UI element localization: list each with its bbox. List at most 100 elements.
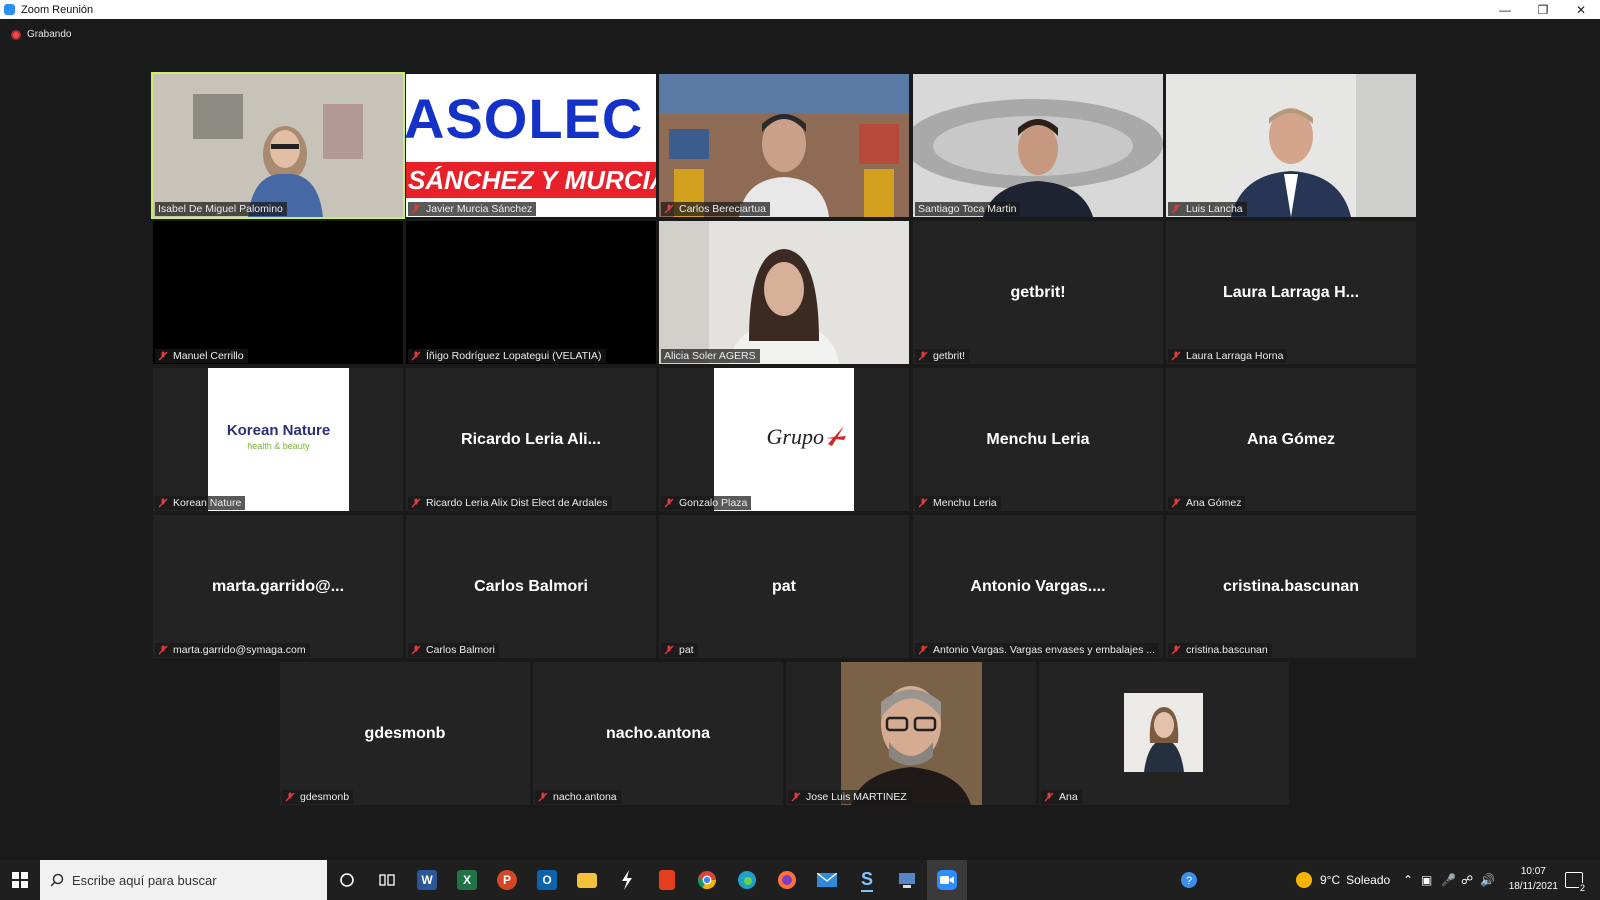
participant-tile[interactable]: Manuel Cerrillo — [153, 221, 403, 364]
participant-name-label: Ricardo Leria Alix Dist Elect de Ardales — [408, 496, 612, 510]
participant-tile[interactable]: Grupo Gonzalo Plaza — [659, 368, 909, 511]
mail-icon[interactable] — [807, 860, 847, 900]
participant-tile[interactable]: Carlos Balmori Carlos Balmori — [406, 515, 656, 658]
participant-tile[interactable]: Ana — [1039, 662, 1289, 805]
office-icon[interactable] — [647, 860, 687, 900]
participant-display-name: Menchu Leria — [986, 430, 1090, 448]
participant-tile[interactable]: getbrit! getbrit! — [913, 221, 1163, 364]
participant-display-name: getbrit! — [1010, 283, 1066, 301]
powerpoint-icon[interactable]: P — [487, 860, 527, 900]
mic-muted-icon — [158, 351, 168, 361]
s-app-icon[interactable]: S — [847, 860, 887, 900]
participant-tile[interactable]: nacho.antona nacho.antona — [533, 662, 783, 805]
participant-name-label: Íñigo Rodríguez Lopategui (VELATIA) — [408, 349, 606, 363]
participant-display-name: Ricardo Leria Ali... — [461, 430, 601, 448]
participant-tile[interactable]: Isabel De Miguel Palomino — [151, 72, 405, 219]
participant-name-label: Gonzalo Plaza — [661, 496, 752, 510]
participant-tile[interactable]: Menchu Leria Menchu Leria — [913, 368, 1163, 511]
participant-tile[interactable]: marta.garrido@... marta.garrido@symaga.c… — [153, 515, 403, 658]
meet-now-icon[interactable]: ▣ — [1421, 860, 1432, 900]
participant-tile[interactable]: Jose Luis MARTINEZ — [786, 662, 1036, 805]
word-icon[interactable]: W — [407, 860, 447, 900]
participant-name: Manuel Cerrillo — [173, 350, 244, 362]
participant-tile[interactable]: Santiago Toca Martin — [913, 74, 1163, 217]
participant-name: Javier Murcia Sánchez — [426, 203, 533, 215]
sun-icon — [1296, 872, 1312, 888]
mic-muted-icon — [918, 645, 928, 655]
lightning-app-icon[interactable] — [607, 860, 647, 900]
participant-name-label: Carlos Balmori — [408, 643, 499, 657]
participant-display-name: Laura Larraga H... — [1222, 283, 1360, 301]
logo-mark-icon — [826, 426, 846, 446]
participant-name-label: marta.garrido@symaga.com — [155, 643, 310, 657]
network-app-icon[interactable] — [887, 860, 927, 900]
participant-tile[interactable]: gdesmonb gdesmonb — [280, 662, 530, 805]
participant-tile[interactable]: Korean Nature health & beauty Korean Nat… — [153, 368, 403, 511]
participant-tile[interactable]: Alicia Soler AGERS — [659, 221, 909, 364]
firefox-icon[interactable] — [767, 860, 807, 900]
taskbar-clock[interactable]: 10:07 18/11/2021 — [1509, 864, 1558, 894]
participant-tile[interactable]: Ana Gómez Ana Gómez — [1166, 368, 1416, 511]
network-icon[interactable]: ☍ — [1461, 860, 1473, 900]
participant-tile[interactable]: pat pat — [659, 515, 909, 658]
volume-icon[interactable]: 🔊 — [1480, 860, 1495, 900]
participant-tile[interactable]: Carlos Bereciartua — [659, 74, 909, 217]
participant-video — [659, 221, 909, 364]
participant-name-label: Carlos Bereciartua — [661, 202, 770, 216]
notification-count: 2 — [1578, 883, 1586, 893]
participant-tile[interactable]: Íñigo Rodríguez Lopategui (VELATIA) — [406, 221, 656, 364]
mic-muted-icon — [918, 498, 928, 508]
participant-tile[interactable]: cristina.bascunan cristina.bascunan — [1166, 515, 1416, 658]
profile-photo — [841, 662, 982, 805]
participant-video — [1166, 74, 1416, 217]
edge-icon[interactable] — [727, 860, 767, 900]
participant-name-label: Antonio Vargas. Vargas envases y embalaj… — [915, 643, 1159, 657]
windows-taskbar: Escribe aquí para buscar W X P O S ? 9°C… — [0, 860, 1600, 900]
help-icon[interactable]: ? — [1180, 860, 1198, 900]
excel-icon[interactable]: X — [447, 860, 487, 900]
participant-tile[interactable]: Ricardo Leria Ali... Ricardo Leria Alix … — [406, 368, 656, 511]
mic-muted-icon — [1171, 351, 1181, 361]
mic-muted-icon — [158, 498, 168, 508]
microphone-icon[interactable]: 🎤 — [1441, 860, 1456, 900]
banner-bottom-text: SÁNCHEZ Y MURCIA — [406, 162, 656, 198]
show-hidden-icons[interactable]: ⌃ — [1403, 860, 1413, 900]
participant-name: Ana Gómez — [1186, 497, 1242, 509]
svg-text:?: ? — [1186, 875, 1192, 887]
windows-start-icon[interactable] — [0, 860, 40, 900]
participant-name-label: Ana — [1041, 790, 1082, 804]
participant-name: Santiago Toca Martin — [918, 203, 1017, 215]
participant-video — [153, 74, 403, 217]
participant-name: gdesmonb — [300, 791, 350, 803]
clock-time: 10:07 — [1520, 866, 1546, 877]
participant-name-label: cristina.bascunan — [1168, 643, 1272, 657]
task-view-icon[interactable] — [367, 860, 407, 900]
mic-muted-icon — [1171, 645, 1181, 655]
participant-name: Korean Nature — [173, 497, 242, 509]
participant-name-label: Korean Nature — [155, 496, 246, 510]
notifications-icon[interactable]: 2 — [1565, 860, 1586, 900]
zoom-icon[interactable] — [927, 860, 967, 900]
banner-top-text: ASOLEC — [406, 87, 644, 150]
participant-video — [659, 74, 909, 217]
mic-muted-icon — [411, 351, 421, 361]
search-icon — [50, 873, 64, 887]
participant-name-label: Laura Larraga Horna — [1168, 349, 1288, 363]
participant-tile[interactable]: Laura Larraga H... Laura Larraga Horna — [1166, 221, 1416, 364]
weather-widget[interactable]: 9°C Soleado — [1296, 860, 1390, 900]
profile-logo: Grupo — [714, 368, 854, 511]
participant-name: Carlos Bereciartua — [679, 203, 766, 215]
outlook-icon[interactable]: O — [527, 860, 567, 900]
participant-tile[interactable]: Antonio Vargas.... Antonio Vargas. Varga… — [913, 515, 1163, 658]
mic-muted-icon — [285, 792, 295, 802]
participant-name-label: Ana Gómez — [1168, 496, 1246, 510]
participant-name: Íñigo Rodríguez Lopategui (VELATIA) — [426, 350, 602, 362]
participant-name-label: Jose Luis MARTINEZ — [788, 790, 911, 804]
participant-tile[interactable]: ASOLEC SÁNCHEZ Y MURCIA Javier Murcia Sá… — [406, 74, 656, 217]
cortana-icon[interactable] — [327, 860, 367, 900]
participant-name: Isabel De Miguel Palomino — [158, 203, 283, 215]
participant-tile[interactable]: Luis Lancha — [1166, 74, 1416, 217]
chrome-icon[interactable] — [687, 860, 727, 900]
file-explorer-icon[interactable] — [567, 860, 607, 900]
taskbar-search-box[interactable]: Escribe aquí para buscar — [40, 860, 327, 900]
